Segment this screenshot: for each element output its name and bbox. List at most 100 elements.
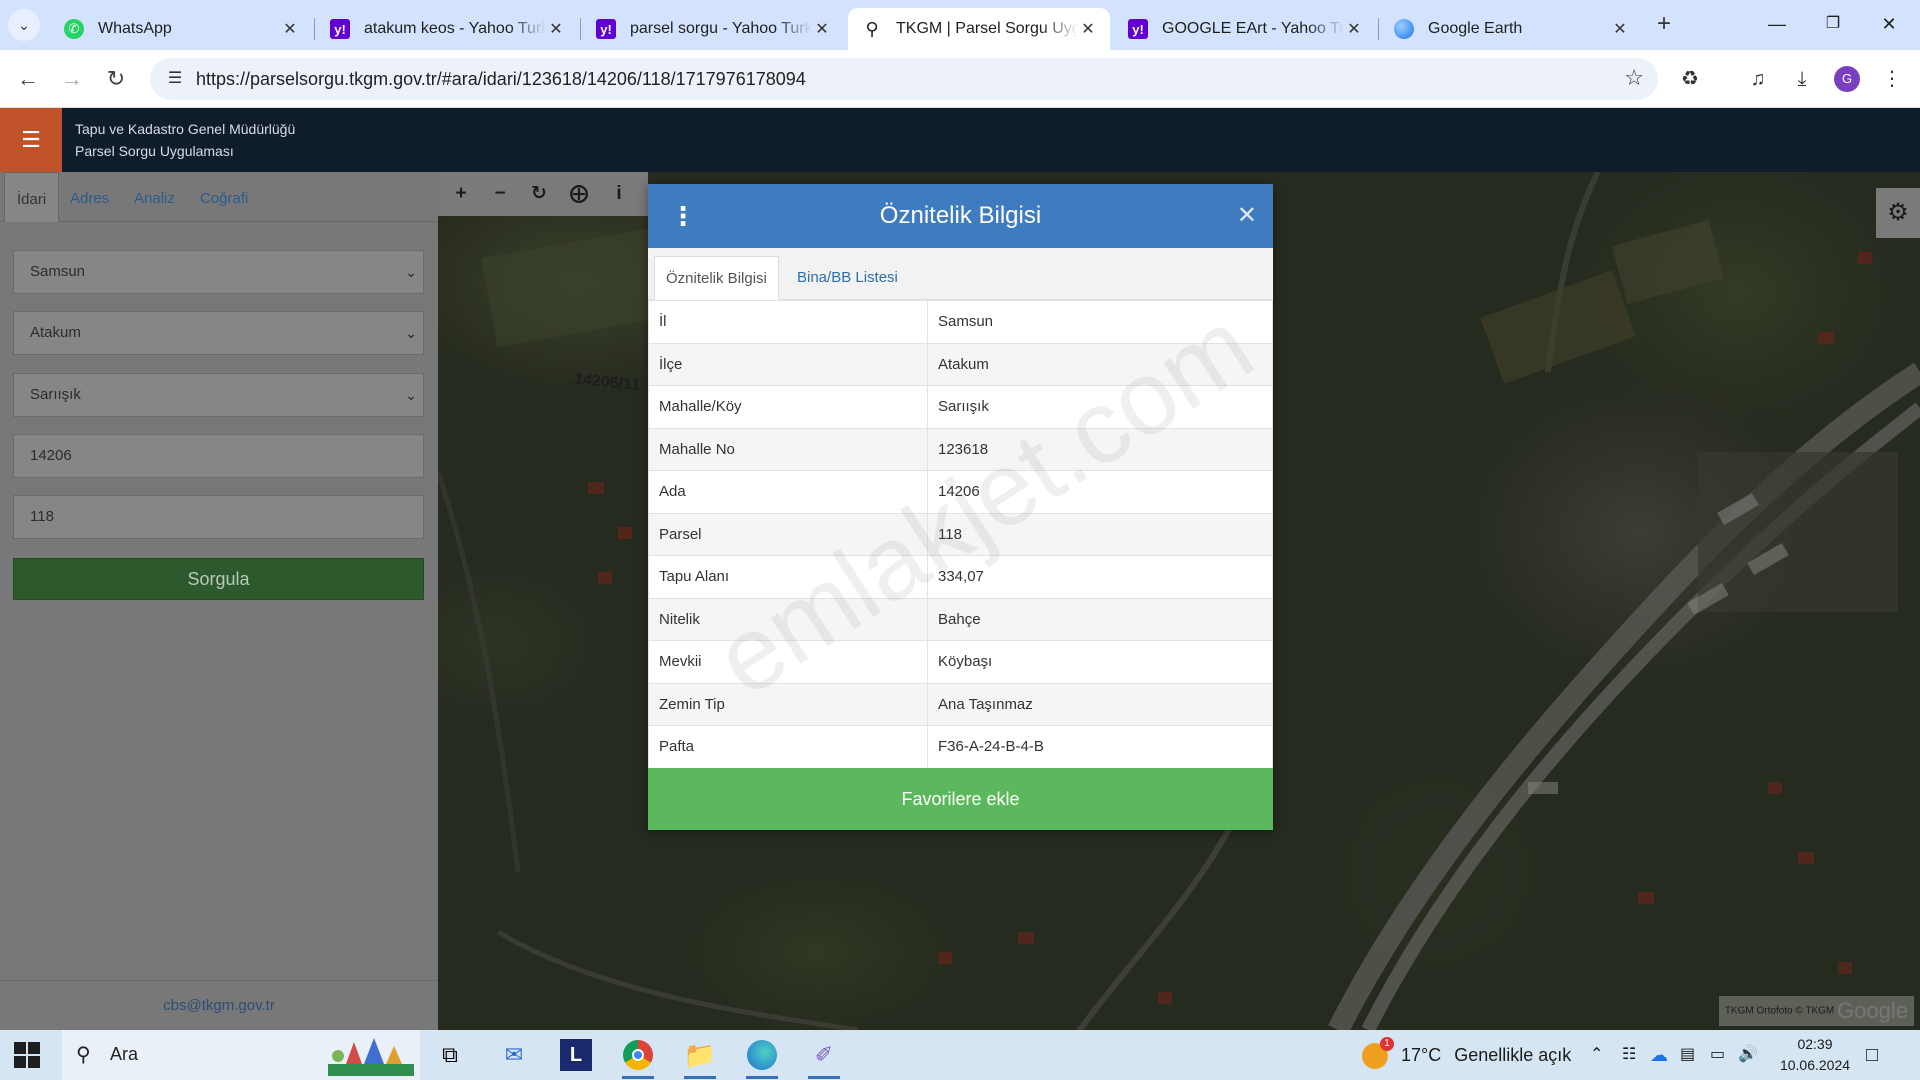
query-panel: İdari Adres Analiz Coğrafi Samsun ⌄ Atak… (0, 172, 438, 1030)
table-row: Zemin Tip Ana Taşınmaz (648, 682, 1273, 726)
attribute-value: Atakum (927, 342, 1273, 386)
tab-adres[interactable]: Adres (58, 172, 121, 222)
map-attribution: TKGM Ortofoto © TKGM Google (1718, 996, 1914, 1026)
add-to-favorites-button[interactable]: Favorilere ekle (648, 768, 1273, 830)
parsel-input[interactable]: 118 (13, 495, 424, 539)
close-tab-icon[interactable]: ✕ (1344, 19, 1364, 39)
tab-idari[interactable]: İdari (4, 172, 60, 222)
footer-email-link[interactable]: cbs@tkgm.gov.tr (0, 980, 438, 1030)
network-icon[interactable]: ▤ (1680, 1030, 1695, 1080)
map-pin-icon: ⚲ (865, 18, 879, 39)
tab-title: parsel sorgu - Yahoo Turkey (630, 20, 812, 37)
sorgula-button[interactable]: Sorgula (13, 558, 424, 600)
address-bar[interactable]: ☰ https://parselsorgu.tkgm.gov.tr/#ara/i… (150, 58, 1658, 100)
hamburger-menu-icon[interactable]: ☰ (0, 108, 62, 172)
meet-now-icon[interactable]: ☷ (1622, 1030, 1636, 1080)
weather-widget[interactable]: 1 17°C Genellikle açık (1362, 1030, 1571, 1080)
zoom-in-icon[interactable]: + (446, 180, 476, 208)
tab-cografi[interactable]: Coğrafi (188, 172, 260, 222)
system-clock[interactable]: 02:39 10.06.2024 (1770, 1034, 1860, 1076)
attribute-value: 123618 (927, 427, 1273, 471)
notifications-icon[interactable]: □ (1866, 1030, 1878, 1080)
reload-icon[interactable]: ↻ (100, 63, 132, 95)
attribute-key: Mahalle No (648, 427, 928, 471)
window-close-icon[interactable]: ✕ (1866, 8, 1912, 40)
attribute-key: Nitelik (648, 597, 928, 641)
zoom-out-icon[interactable]: − (485, 180, 515, 208)
extensions-puzzle-icon[interactable]: ♻ (1674, 63, 1706, 95)
chrome-icon[interactable] (618, 1035, 658, 1079)
app-title-line1: Tapu ve Kadastro Genel Müdürlüğü (75, 121, 296, 137)
close-tab-icon[interactable]: ✕ (812, 19, 832, 39)
forward-arrow-icon[interactable]: → (56, 63, 88, 95)
attribute-value: Bahçe (927, 597, 1273, 641)
ilce-select[interactable]: Atakum ⌄ (13, 311, 424, 355)
close-tab-icon[interactable]: ✕ (1078, 19, 1098, 39)
clock-time: 02:39 (1797, 1036, 1833, 1052)
site-info-icon[interactable]: ☰ (160, 64, 190, 94)
dialog-tabs: Öznitelik Bilgisi Bina/BB Listesi (648, 248, 1273, 300)
attribute-value: F36-A-24-B-4-B (927, 725, 1273, 769)
browser-tab-google-earth[interactable]: Google Earth ✕ (1380, 8, 1642, 50)
close-tab-icon[interactable]: ✕ (280, 19, 300, 39)
ada-input[interactable]: 14206 (13, 434, 424, 478)
browser-menu-icon[interactable]: ⋮ (1876, 63, 1908, 95)
tab-divider (314, 18, 315, 40)
tab-oznitelik-bilgisi[interactable]: Öznitelik Bilgisi (654, 256, 779, 300)
minimize-icon[interactable]: — (1754, 8, 1800, 40)
close-tab-icon[interactable]: ✕ (1610, 19, 1630, 39)
info-icon[interactable]: i (604, 180, 634, 208)
tab-analiz[interactable]: Analiz (122, 172, 187, 222)
new-tab-plus-icon[interactable]: + (1650, 10, 1678, 38)
profile-avatar[interactable]: G (1834, 66, 1860, 92)
windows-taskbar: ⚲ Ara ⧉ ✉ L 📁 ✐ 1 17°C Genellikle açık ⌃… (0, 1030, 1920, 1080)
restore-icon[interactable]: ❐ (1810, 8, 1856, 40)
download-icon[interactable]: ⤓ (1786, 63, 1818, 95)
weather-badge: 1 (1380, 1037, 1394, 1052)
browser-tab-strip: ⌄ ✆ WhatsApp ✕ y! atakum keos - Yahoo Tu… (0, 0, 1920, 50)
attribute-value: 14206 (927, 470, 1273, 514)
show-hidden-icons-chevron-icon[interactable]: ⌃ (1590, 1030, 1603, 1080)
mahalle-select[interactable]: Sarıışık ⌄ (13, 373, 424, 417)
table-row: Ada 14206 (648, 470, 1273, 514)
attribute-key: Ada (648, 470, 928, 514)
url-text[interactable]: https://parselsorgu.tkgm.gov.tr/#ara/ida… (196, 69, 806, 90)
attribute-key: Zemin Tip (648, 682, 928, 726)
refresh-icon[interactable]: ↻ (524, 180, 554, 208)
il-select[interactable]: Samsun ⌄ (13, 250, 424, 294)
tab-search-chevron-icon[interactable]: ⌄ (8, 9, 40, 41)
mail-icon[interactable]: ✉ (494, 1035, 534, 1075)
close-icon[interactable]: ✕ (1237, 198, 1257, 234)
taskbar-search[interactable]: ⚲ Ara (62, 1030, 420, 1080)
browser-tab-tkgm[interactable]: ⚲ TKGM | Parsel Sorgu Uygulaması ✕ (848, 8, 1110, 50)
file-explorer-icon[interactable]: 📁 (680, 1035, 720, 1079)
battery-icon[interactable]: ▭ (1710, 1030, 1725, 1080)
app-l-icon[interactable]: L (556, 1035, 596, 1075)
tab-title: WhatsApp (98, 20, 172, 37)
close-tab-icon[interactable]: ✕ (546, 19, 566, 39)
bookmark-star-icon[interactable]: ☆ (1624, 65, 1644, 91)
browser-tab-whatsapp[interactable]: ✆ WhatsApp ✕ (50, 8, 312, 50)
app-title-line2: Parsel Sorgu Uygulaması (75, 143, 234, 159)
back-arrow-icon[interactable]: ← (12, 63, 44, 95)
attribute-value: Samsun (927, 300, 1273, 344)
attribute-key: Tapu Alanı (648, 555, 928, 599)
browser-tab-atakum-keos[interactable]: y! atakum keos - Yahoo Turkey ✕ (316, 8, 578, 50)
tab-bina-bb-listesi[interactable]: Bina/BB Listesi (786, 256, 909, 300)
clock-date: 10.06.2024 (1779, 1057, 1851, 1073)
volume-icon[interactable]: 🔊 (1738, 1030, 1758, 1080)
task-view-icon[interactable]: ⧉ (430, 1035, 470, 1075)
paint-icon[interactable]: ✐ (804, 1035, 844, 1079)
edge-icon[interactable] (742, 1035, 782, 1079)
yahoo-icon: y! (1128, 19, 1148, 39)
browser-tab-parsel-sorgu[interactable]: y! parsel sorgu - Yahoo Turkey ✕ (582, 8, 844, 50)
onedrive-cloud-icon[interactable]: ☁ (1650, 1030, 1668, 1080)
media-controls-icon[interactable]: ♫ (1742, 63, 1774, 95)
browser-tab-google-eart[interactable]: y! GOOGLE EArt - Yahoo Turkey ✕ (1114, 8, 1376, 50)
tab-title: TKGM | Parsel Sorgu Uygulaması (896, 20, 1078, 37)
attribute-table: İl Samsun İlçe Atakum Mahalle/Köy Sarıışık Mah… (648, 300, 1273, 769)
windows-start-icon[interactable] (14, 1042, 40, 1068)
chevron-down-icon: ⌄ (405, 264, 417, 280)
settings-gear-icon[interactable]: ⚙ (1876, 188, 1920, 238)
locate-crosshair-icon[interactable]: ⨁ (564, 180, 594, 208)
